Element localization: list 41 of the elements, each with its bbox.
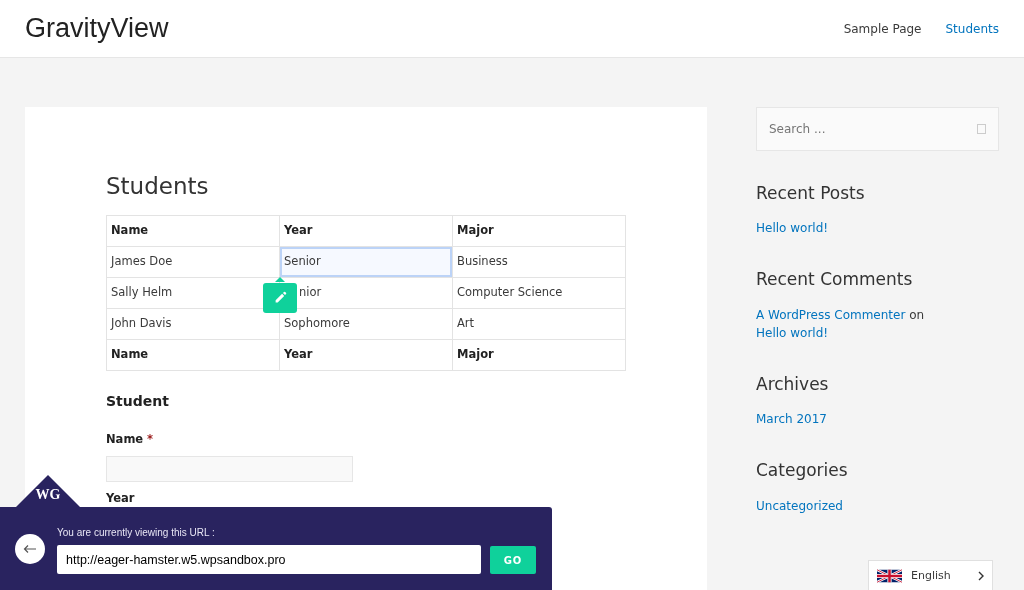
link[interactable]: A WordPress Commenter [756,307,906,322]
nav-link[interactable]: Students [945,19,999,38]
table-cell[interactable]: James Doe [106,246,280,278]
text-field[interactable] [106,455,353,482]
column-header: Year [279,215,453,247]
chevron-right-icon [978,571,984,581]
field-label: Name [106,430,144,448]
page-title: Students [106,173,210,201]
column-header: Name [106,339,280,371]
table-cell[interactable]: Senior [279,246,453,278]
table-cell[interactable]: Computer Science [452,277,626,309]
column-header: Year [279,339,453,371]
column-header: Major [452,215,626,247]
url-prompt: You are currently viewing this URL : [57,526,215,540]
form-title: Student [106,391,170,411]
back-button[interactable] [15,534,45,564]
link[interactable]: Hello world! [756,325,829,340]
column-header: Name [106,215,280,247]
nav-link[interactable]: Sample Page [843,19,922,38]
widget-title: Archives [756,373,830,395]
back-arrow-icon [23,544,37,554]
link[interactable]: March 2017 [756,412,827,427]
table-cell[interactable]: Business [452,246,626,278]
language-switcher[interactable]: English [868,560,993,590]
widget-title: Recent Comments [756,269,914,290]
field-label: Year [106,489,135,507]
widget-title: Recent Posts [756,183,866,204]
link[interactable]: Hello world! [756,221,829,236]
language-label: English [911,567,952,584]
column-header: Major [452,339,626,371]
uk-flag-icon [877,568,902,584]
table-cell[interactable]: Art [452,308,626,340]
pencil-icon [273,291,287,305]
url-field[interactable]: http://eager-hamster.w5.wpsandbox.pro [57,545,481,574]
link[interactable]: Uncategorized [756,498,843,513]
search-icon [977,124,986,134]
required-mark: * [147,430,153,448]
text: on [909,307,925,322]
widget-title: Categories [756,460,849,481]
search-field[interactable]: Search ... [756,107,999,151]
site-title[interactable]: GravityView [25,8,169,49]
